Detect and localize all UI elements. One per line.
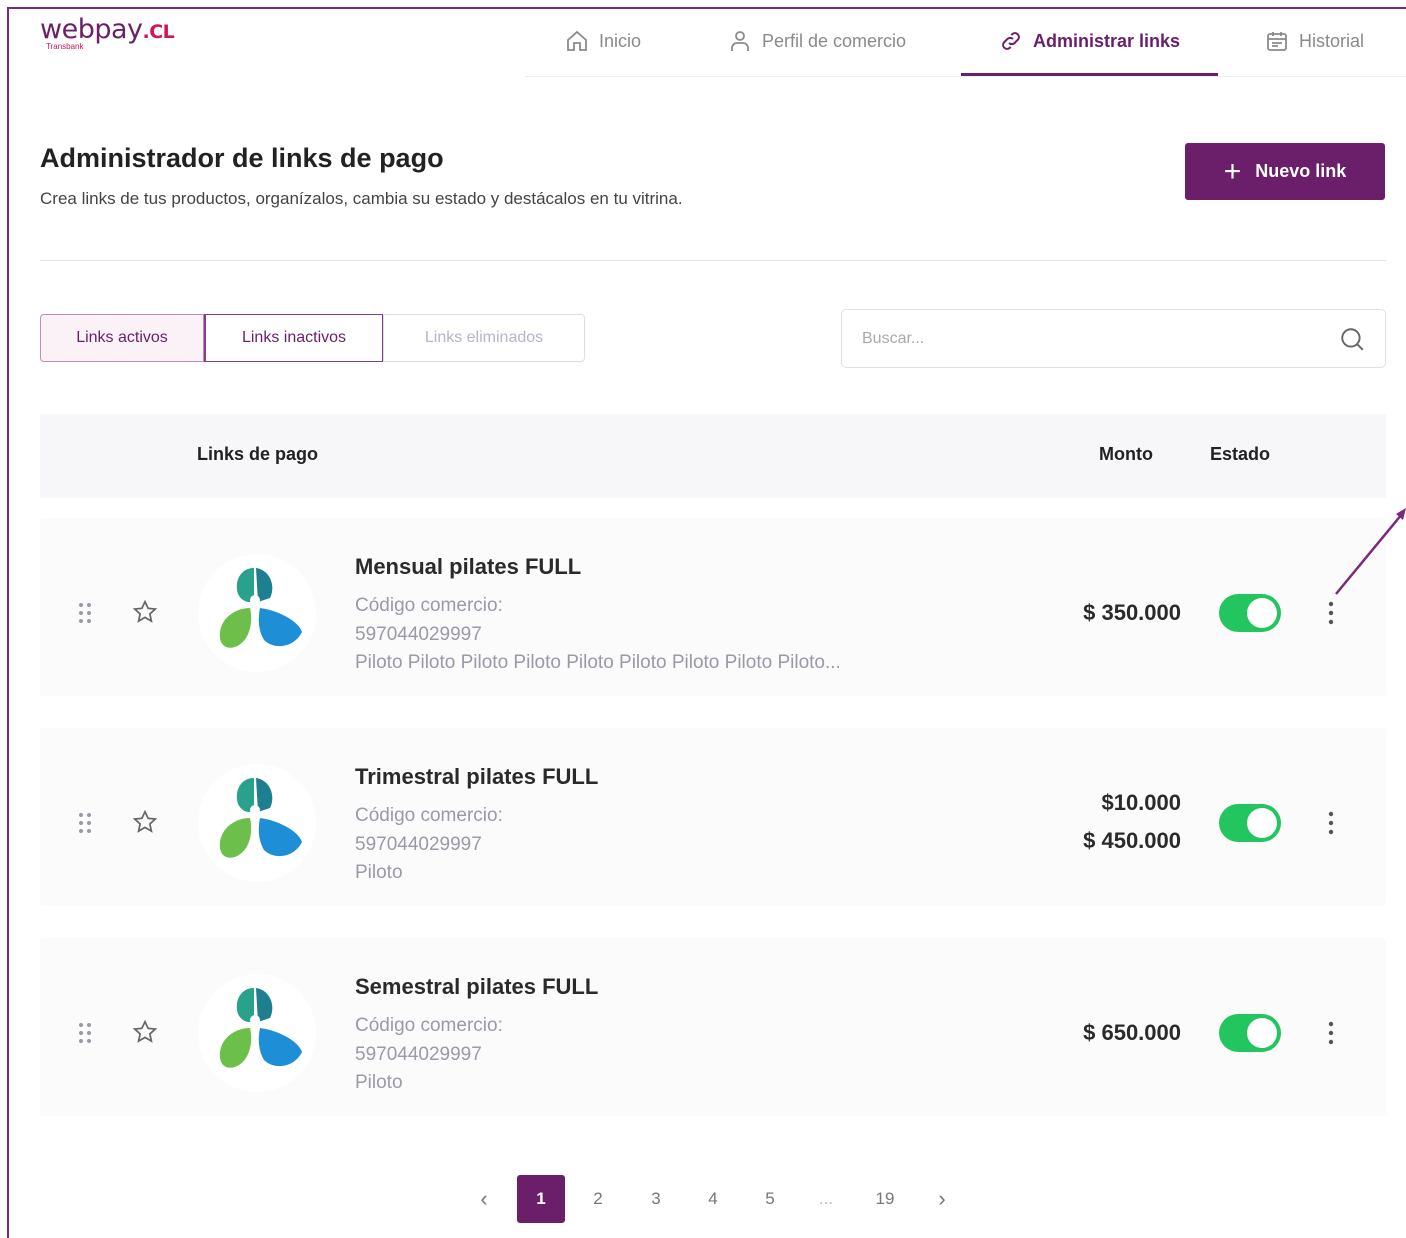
user-icon: [731, 31, 749, 51]
plus-icon: +: [1223, 154, 1242, 188]
pagination: ‹ 1 2 3 4 5 ... 19 ›: [0, 1175, 1406, 1223]
merchant-code: 597044029997: [355, 623, 482, 645]
link-icon: [1002, 32, 1020, 50]
nav-item-historial[interactable]: Historial: [1265, 8, 1364, 74]
merchant-code: 597044029997: [355, 833, 482, 855]
amount-value: $10.000: [1101, 790, 1181, 815]
home-icon: [567, 30, 587, 51]
merchant-code: 597044029997: [355, 1043, 482, 1065]
drag-handle-icon[interactable]: [76, 1021, 94, 1045]
product-image: [198, 974, 316, 1092]
product-logo-icon: [219, 988, 302, 1070]
tab-links-activos[interactable]: Links activos: [40, 314, 204, 362]
logo-text: webpay: [40, 14, 143, 45]
product-description: Piloto: [355, 862, 403, 883]
product-description: Piloto: [355, 1072, 403, 1093]
page-subtitle: Crea links de tus productos, organízalos…: [40, 189, 683, 208]
search-input[interactable]: [860, 328, 1339, 349]
product-name: Trimestral pilates FULL: [355, 764, 599, 789]
page-19[interactable]: 19: [866, 1175, 904, 1223]
page-2[interactable]: 2: [584, 1175, 612, 1223]
more-options-icon[interactable]: [1325, 1020, 1337, 1046]
header-status: Estado: [1210, 444, 1271, 464]
amount-value: $ 350.000: [1083, 600, 1181, 625]
page-title: Administrador de links de pago: [40, 143, 444, 173]
nav-label: Perfil de comercio: [762, 30, 907, 51]
logo-suffix: .CL: [142, 21, 175, 43]
product-name: Semestral pilates FULL: [355, 974, 599, 999]
drag-handle-icon[interactable]: [76, 811, 94, 835]
prev-page-icon[interactable]: ‹: [470, 1175, 498, 1223]
nav-item-perfil[interactable]: Perfil de comercio: [728, 8, 906, 74]
status-toggle[interactable]: [1219, 594, 1281, 632]
page-3[interactable]: 3: [642, 1175, 670, 1223]
more-options-icon[interactable]: [1325, 810, 1337, 836]
divider: [40, 260, 1386, 261]
nav-item-inicio[interactable]: Inicio: [565, 8, 641, 74]
product-description: Piloto Piloto Piloto Piloto Piloto Pilot…: [355, 652, 841, 673]
header-links: Links de pago: [197, 444, 319, 464]
nav-label: Inicio: [599, 30, 642, 51]
product-logo-icon: [219, 568, 302, 650]
table-row: Mensual pilates FULL Código comercio: 59…: [40, 518, 1386, 696]
calendar-icon: [1267, 32, 1287, 51]
product-name: Mensual pilates FULL: [355, 554, 582, 579]
star-icon[interactable]: [132, 599, 158, 625]
amount-cell: $ 650.000: [1083, 1014, 1181, 1052]
nav-item-administrar-links[interactable]: Administrar links: [960, 8, 1219, 76]
new-link-button[interactable]: + Nuevo link: [1185, 143, 1385, 200]
amount-cell: $10.000 $ 450.000: [1083, 784, 1181, 860]
next-page-icon[interactable]: ›: [928, 1175, 956, 1223]
amount-cell: $ 350.000: [1083, 594, 1181, 632]
merchant-code-label: Código comercio:: [355, 805, 503, 826]
amount-value: $ 450.000: [1083, 828, 1181, 853]
product-image: [198, 764, 316, 882]
link-status-tabs: Links activos Links inactivos Links elim…: [40, 314, 585, 362]
header-amount: Monto: [1099, 444, 1153, 464]
page-4[interactable]: 4: [699, 1175, 727, 1223]
more-options-icon[interactable]: [1325, 600, 1337, 626]
status-toggle[interactable]: [1219, 1014, 1281, 1052]
table-row: Semestral pilates FULL Código comercio: …: [40, 938, 1386, 1116]
star-icon[interactable]: [132, 1019, 158, 1045]
amount-value: $ 650.000: [1083, 1020, 1181, 1045]
nav-label: Historial: [1299, 30, 1365, 51]
star-icon[interactable]: [132, 809, 158, 835]
nav-label: Administrar links: [1033, 30, 1181, 51]
page-5[interactable]: 5: [756, 1175, 784, 1223]
page-ellipsis: ...: [818, 1189, 834, 1208]
new-link-label: Nuevo link: [1255, 161, 1347, 181]
top-navigation: Inicio Perfil de comercio Administrar li…: [525, 8, 1406, 77]
merchant-code-label: Código comercio:: [355, 1015, 503, 1036]
status-toggle[interactable]: [1219, 804, 1281, 842]
merchant-code-label: Código comercio:: [355, 595, 503, 616]
table-row: Trimestral pilates FULL Código comercio:…: [40, 728, 1386, 906]
tab-links-eliminados[interactable]: Links eliminados: [383, 314, 585, 362]
product-logo-icon: [219, 778, 302, 860]
page-1[interactable]: 1: [517, 1175, 565, 1223]
product-image: [198, 554, 316, 672]
search-icon[interactable]: [1339, 326, 1365, 352]
table-header: Links de pago Monto Estado: [40, 414, 1386, 498]
search-box: [841, 309, 1386, 368]
drag-handle-icon[interactable]: [76, 601, 94, 625]
webpay-logo[interactable]: webpay.CL Transbank: [40, 14, 175, 51]
tab-links-inactivos[interactable]: Links inactivos: [204, 314, 383, 362]
